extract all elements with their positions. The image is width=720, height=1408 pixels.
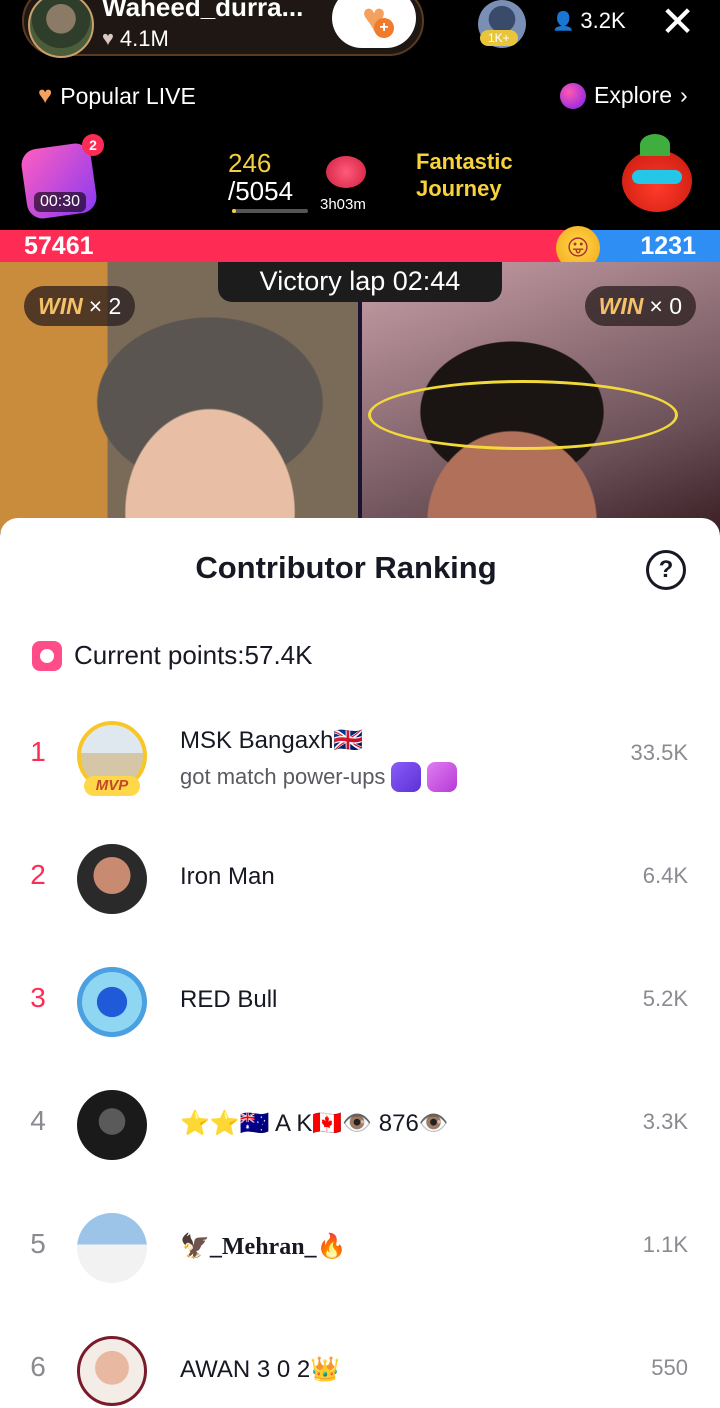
hammer-powerup-icon [427,762,458,792]
explore-label: Explore [594,82,672,108]
viewer-count[interactable]: 👤 3.2K [552,8,626,34]
host-name: Waheed_durra... [102,0,304,22]
sunglasses-icon [632,170,682,184]
goal-progress-total: /5054 [228,176,294,206]
goal-progress-fill [232,209,236,213]
help-icon[interactable]: ? [646,550,686,590]
avatar[interactable] [77,967,147,1037]
contributor-score: 33.5K [630,740,689,765]
contributor-ranking-sheet: Contributor Ranking ? Current points:57.… [0,518,720,1408]
journey-title[interactable]: Fantastic Journey [416,148,513,202]
star-halo-effect [368,380,678,450]
notification-badge: 2 [82,134,104,156]
current-points: Current points:57.4K [32,640,312,671]
powerups-label: got match power-ups [180,764,386,789]
avatar[interactable] [77,1213,147,1283]
chevron-right-icon: › [679,82,688,108]
journey-title-line2: Journey [416,176,502,201]
score-right: 1231 [640,232,696,260]
avatar[interactable] [77,844,147,914]
gift-timer: 00:30 [34,192,87,212]
rank-number: 6 [30,1351,46,1382]
close-icon[interactable]: ✕ [660,0,695,46]
ranking-row[interactable]: 4 ⭐⭐🇦🇺 A K🇨🇦👁️ 876👁️ 3.3K [0,1075,720,1175]
ranking-row[interactable]: 2 Iron Man 6.4K [0,829,720,929]
victory-lap-timer: Victory lap 02:44 [218,262,502,302]
contributor-name: RED Bull [180,986,278,1013]
journey-time: 3h03m [320,196,366,213]
goal-progress-bar [232,209,308,213]
rank-number: 5 [30,1228,46,1259]
contributor-name: Iron Man [180,863,275,890]
win-count-right: WIN × 0 [584,286,696,326]
contributor-subtitle: got match power-ups [180,762,458,792]
avatar[interactable] [77,1090,147,1160]
score-left: 57461 [24,232,94,260]
gift-icon [32,640,62,671]
heart-icon: ♥ [38,82,53,109]
plus-icon: + [374,18,394,38]
rank-number: 2 [30,859,46,890]
rank-number: 3 [30,982,46,1013]
viewer-count-text: 3.2K [580,8,626,33]
popular-live-link[interactable]: ♥ Popular LIVE [38,82,196,110]
popular-live-label: Popular LIVE [60,82,196,109]
contributor-score: 6.4K [642,863,688,888]
ranking-row[interactable]: 5 🦅_Mehran_🔥 1.1K [0,1198,720,1298]
follow-button[interactable]: ♥ + [332,0,416,48]
planet-icon [560,82,586,109]
video-divider [358,262,362,532]
win-count-left: WIN × 2 [24,286,136,326]
mvp-badge: MVP [84,776,140,796]
contributor-score: 5.2K [642,986,688,1011]
sheet-title: Contributor Ranking [195,550,497,585]
rank-number: 1 [30,736,46,767]
host-likes: ♥ 4.1M [102,26,169,52]
explore-link[interactable]: Explore › [560,82,688,109]
fruit-mascot-icon[interactable] [622,134,692,212]
ranking-row[interactable]: 6 AWAN 3 0 2👑 550 [0,1321,720,1408]
contributor-name: ⭐⭐🇦🇺 A K🇨🇦👁️ 876👁️ [180,1110,449,1137]
ranking-row[interactable]: 3 RED Bull 5.2K [0,952,720,1052]
host-likes-count: 4.1M [119,26,169,51]
viewer-badge: 1K+ [480,30,518,46]
contributor-name: 🦅_Mehran_🔥 [180,1234,347,1260]
rank-number: 4 [30,1105,46,1136]
person-icon: 👤 [552,10,575,31]
journey-title-line1: Fantastic [416,149,513,174]
contributor-name: MSK Bangaxh🇬🇧 [180,727,364,754]
win-count-left-value: × 2 [88,292,122,319]
ranking-row[interactable]: 1 MVP MSK Bangaxh🇬🇧 got match power-ups … [0,706,720,806]
contributor-name: AWAN 3 0 2👑 [180,1356,341,1383]
contributor-score: 3.3K [642,1109,688,1134]
win-count-right-value: × 0 [649,292,682,319]
cloud-powerup-icon [391,762,422,792]
avatar[interactable] [77,1336,147,1406]
battle-score-bar [0,230,720,262]
win-label: WIN [598,292,644,319]
goal-progress-current: 246 [228,148,272,178]
contributor-score: 1.1K [642,1232,688,1257]
contributor-score: 550 [651,1355,688,1380]
current-points-label: Current points:57.4K [74,640,313,670]
win-label: WIN [38,292,83,319]
heart-icon: ♥ [102,27,114,50]
creature-icon[interactable] [326,156,366,188]
